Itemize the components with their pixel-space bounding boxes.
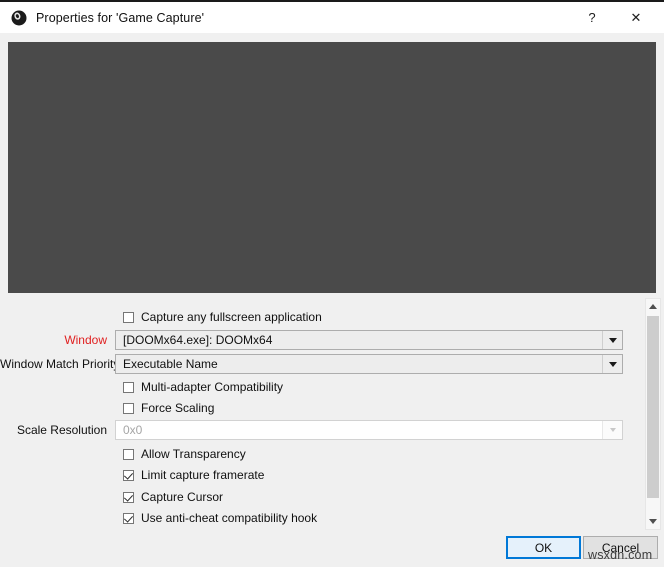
obs-logo-icon [11, 10, 27, 26]
checkbox-box-force-scaling[interactable] [123, 402, 134, 414]
ok-button[interactable]: OK [506, 536, 581, 559]
row-window: Window [DOOMx64.exe]: DOOMx64 [0, 329, 636, 351]
combobox-scale-resolution-value: 0x0 [123, 423, 143, 437]
checkbox-label-allow-transparency: Allow Transparency [141, 447, 246, 461]
properties-form: Capture any fullscreen application Windo… [0, 298, 636, 530]
label-window: Window [64, 333, 107, 347]
checkbox-label-force-scaling: Force Scaling [141, 401, 215, 415]
row-multi-adapter-compatibility: Multi-adapter Compatibility [0, 376, 636, 398]
properties-scroll-area: Capture any fullscreen application Windo… [0, 298, 664, 530]
combobox-window[interactable]: [DOOMx64.exe]: DOOMx64 [115, 330, 623, 350]
checkbox-box-limit-capture-framerate[interactable] [123, 469, 134, 481]
label-scale-resolution: Scale Resolution [16, 423, 107, 437]
checkbox-box-multi-adapter-compatibility[interactable] [123, 381, 134, 393]
row-allow-transparency: Allow Transparency [0, 443, 636, 465]
checkbox-label-multi-adapter-compatibility: Multi-adapter Compatibility [141, 380, 284, 394]
row-capture-cursor: Capture Cursor [0, 486, 636, 508]
row-force-scaling: Force Scaling [0, 397, 636, 419]
label-window-match-priority: Window Match Priority [0, 357, 120, 371]
chevron-down-icon[interactable] [602, 355, 622, 373]
chevron-up-icon[interactable] [646, 299, 660, 314]
checkbox-multi-adapter-compatibility[interactable]: Multi-adapter Compatibility [123, 380, 283, 394]
checkbox-box-capture-cursor[interactable] [123, 491, 134, 503]
checkbox-limit-capture-framerate[interactable]: Limit capture framerate [123, 468, 264, 482]
window-title: Properties for 'Game Capture' [36, 10, 205, 25]
scrollbar-thumb[interactable] [647, 316, 659, 498]
window-titlebar: Properties for 'Game Capture' ? ✕ [0, 0, 664, 33]
checkbox-box-use-anti-cheat-compatibility-hook[interactable] [123, 512, 134, 524]
chevron-down-icon[interactable] [602, 331, 622, 349]
row-window-match-priority: Window Match Priority Executable Name [0, 353, 636, 375]
properties-scrollbar[interactable] [645, 298, 661, 530]
checkbox-label-capture-any-fullscreen-application: Capture any fullscreen application [141, 310, 322, 324]
row-limit-capture-framerate: Limit capture framerate [0, 464, 636, 486]
checkbox-label-limit-capture-framerate: Limit capture framerate [141, 468, 265, 482]
checkbox-box-capture-any-fullscreen-application[interactable] [123, 311, 134, 323]
watermark: wsxdn.com [588, 548, 653, 562]
checkbox-allow-transparency[interactable]: Allow Transparency [123, 447, 246, 461]
checkbox-force-scaling[interactable]: Force Scaling [123, 401, 214, 415]
close-icon[interactable]: ✕ [614, 2, 658, 33]
combobox-scale-resolution[interactable]: 0x0 [115, 420, 623, 440]
checkbox-capture-any-fullscreen-application[interactable]: Capture any fullscreen application [123, 310, 322, 324]
combobox-window-match-priority-value: Executable Name [123, 357, 218, 371]
dialog-button-bar: OK Cancel [0, 531, 664, 567]
checkbox-use-anti-cheat-compatibility-hook[interactable]: Use anti-cheat compatibility hook [123, 511, 317, 525]
checkbox-label-capture-cursor: Capture Cursor [141, 490, 224, 504]
checkbox-capture-cursor[interactable]: Capture Cursor [123, 490, 223, 504]
chevron-down-icon[interactable] [602, 421, 622, 439]
help-icon[interactable]: ? [570, 2, 614, 33]
chevron-down-icon[interactable] [646, 514, 660, 529]
checkbox-label-use-anti-cheat-compatibility-hook: Use anti-cheat compatibility hook [141, 511, 318, 525]
source-preview [8, 42, 656, 293]
row-use-anti-cheat-compatibility-hook: Use anti-cheat compatibility hook [0, 507, 636, 529]
combobox-window-match-priority[interactable]: Executable Name [115, 354, 623, 374]
checkbox-box-allow-transparency[interactable] [123, 448, 134, 460]
combobox-window-value: [DOOMx64.exe]: DOOMx64 [123, 333, 273, 347]
row-scale-resolution: Scale Resolution 0x0 [0, 419, 636, 441]
row-capture-any-fullscreen-application: Capture any fullscreen application [0, 306, 636, 328]
